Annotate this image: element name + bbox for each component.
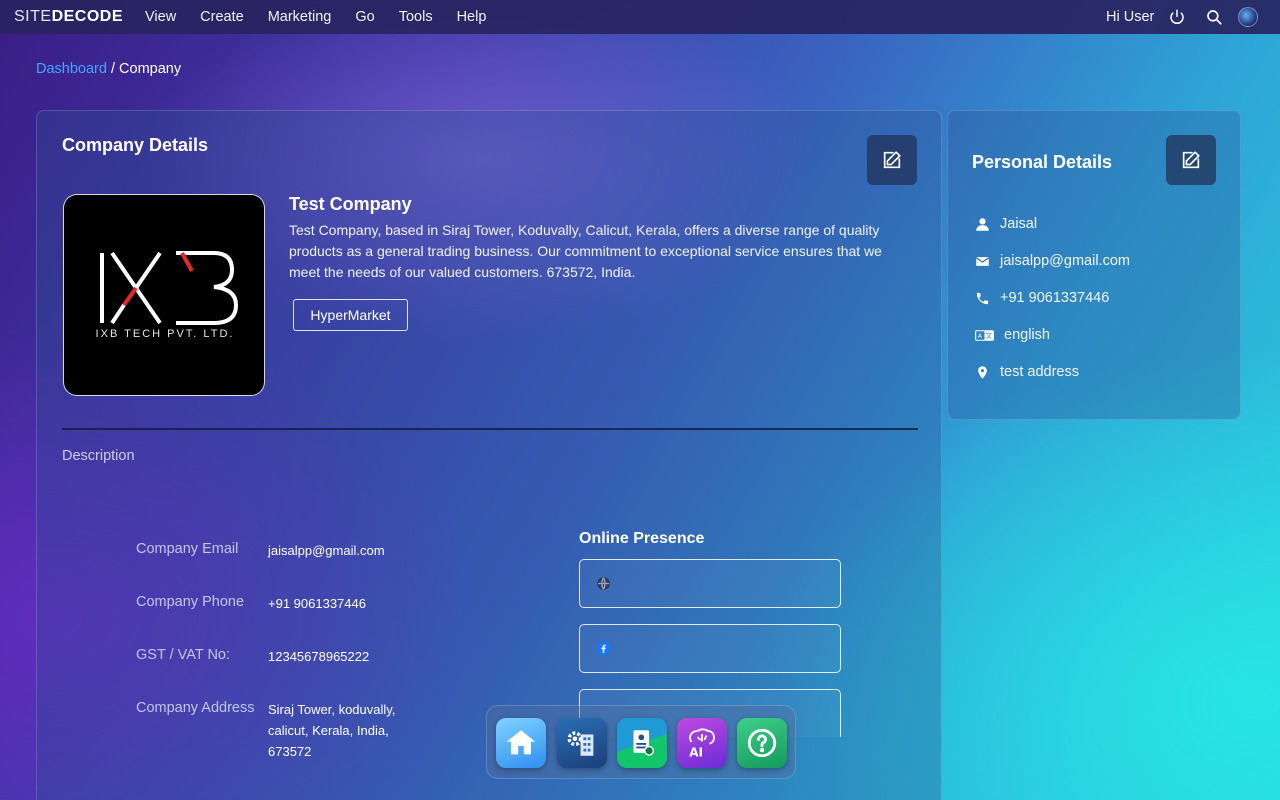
breadcrumb: Dashboard / Company — [36, 61, 181, 77]
company-address-label: Company Address — [136, 700, 255, 716]
brand-logo[interactable]: SITEDECODE — [14, 8, 123, 26]
ixb-logo-mark — [100, 251, 239, 325]
breadcrumb-separator: / — [106, 61, 120, 77]
edit-personal-button[interactable] — [1166, 135, 1216, 185]
help-icon — [747, 728, 777, 758]
mail-icon — [975, 256, 990, 266]
search-icon[interactable] — [1205, 8, 1223, 26]
app-dock: AI — [486, 705, 796, 779]
menu-tools[interactable]: Tools — [399, 9, 433, 25]
company-address-value: Siraj Tower, koduvally, calicut, Kerala,… — [268, 702, 396, 759]
company-name: Test Company — [289, 194, 412, 214]
svg-text:文: 文 — [986, 332, 992, 340]
personal-language-row: A 文 english — [975, 327, 1050, 343]
menu-create[interactable]: Create — [200, 9, 244, 25]
personal-details-title: Personal Details — [972, 152, 1113, 172]
brand-light-text: SITE — [14, 8, 52, 25]
category-tag-button[interactable]: HyperMarket — [293, 299, 408, 331]
gst-vat-value: 12345678965222 — [268, 649, 370, 664]
edit-icon — [1182, 151, 1200, 169]
svg-text:A: A — [978, 333, 983, 340]
company-phone-value: +91 9061337446 — [268, 596, 366, 611]
building-gear-icon — [567, 731, 594, 756]
company-email-label: Company Email — [136, 541, 239, 557]
home-icon — [506, 730, 536, 755]
website-link-field[interactable] — [579, 559, 841, 608]
section-divider — [62, 428, 918, 430]
personal-language: english — [1004, 327, 1050, 343]
dock-company-settings-app[interactable] — [557, 718, 607, 768]
personal-phone-row: +91 9061337446 — [975, 290, 1109, 306]
company-description: Test Company, based in Siraj Tower, Kodu… — [289, 222, 882, 280]
personal-email-row: jaisalpp@gmail.com — [975, 253, 1130, 269]
personal-phone: +91 9061337446 — [1000, 290, 1110, 306]
user-greeting[interactable]: Hi User — [1106, 9, 1154, 25]
company-email-value: jaisalpp@gmail.com — [268, 543, 385, 558]
company-phone-label: Company Phone — [136, 594, 245, 610]
company-details-card: Company Details IXB TECH PVT. LTD. Test … — [36, 110, 942, 800]
dock-billing-app[interactable] — [617, 718, 667, 768]
location-pin-icon — [978, 365, 987, 379]
online-presence-title: Online Presence — [579, 530, 705, 547]
brand-bold-text: DECODE — [51, 8, 124, 25]
personal-name: Jaisal — [1000, 216, 1038, 232]
svg-text:AI: AI — [689, 746, 703, 760]
ai-brain-icon: AI — [689, 728, 715, 760]
user-icon — [976, 217, 989, 231]
phone-icon — [976, 292, 989, 304]
edit-icon — [883, 151, 901, 169]
company-details-title: Company Details — [62, 135, 209, 155]
personal-email: jaisalpp@gmail.com — [1000, 253, 1130, 269]
company-logo: IXB TECH PVT. LTD. — [63, 194, 265, 396]
description-label: Description — [62, 448, 135, 464]
top-navigation-bar: SITEDECODE View Create Marketing Go Tool… — [0, 0, 1280, 34]
user-avatar[interactable] — [1238, 7, 1258, 27]
menu-view[interactable]: View — [145, 9, 176, 25]
breadcrumb-dashboard-link[interactable]: Dashboard — [36, 61, 107, 77]
menu-go[interactable]: Go — [355, 9, 374, 25]
menu-help[interactable]: Help — [457, 9, 487, 25]
invoice-icon — [633, 730, 655, 756]
logo-caption: IXB TECH PVT. LTD. — [95, 328, 235, 340]
main-menu: View Create Marketing Go Tools Help — [145, 9, 510, 25]
menu-marketing[interactable]: Marketing — [268, 9, 332, 25]
facebook-icon — [596, 641, 611, 656]
edit-company-button[interactable] — [867, 135, 917, 185]
personal-name-row: Jaisal — [975, 216, 1037, 232]
power-icon[interactable] — [1168, 8, 1186, 26]
dock-ai-app[interactable]: AI — [677, 718, 727, 768]
facebook-link-field[interactable] — [579, 624, 841, 673]
dock-help-app[interactable] — [737, 718, 787, 768]
language-icon: A 文 — [975, 329, 994, 341]
globe-icon — [597, 577, 610, 590]
personal-address: test address — [1000, 364, 1079, 380]
personal-address-row: test address — [975, 364, 1079, 380]
dock-home-app[interactable] — [496, 718, 546, 768]
personal-details-card: Personal Details Jaisal jaisalpp@gmail.c… — [947, 110, 1241, 420]
breadcrumb-current: Company — [119, 61, 182, 77]
gst-vat-label: GST / VAT No: — [136, 647, 231, 663]
